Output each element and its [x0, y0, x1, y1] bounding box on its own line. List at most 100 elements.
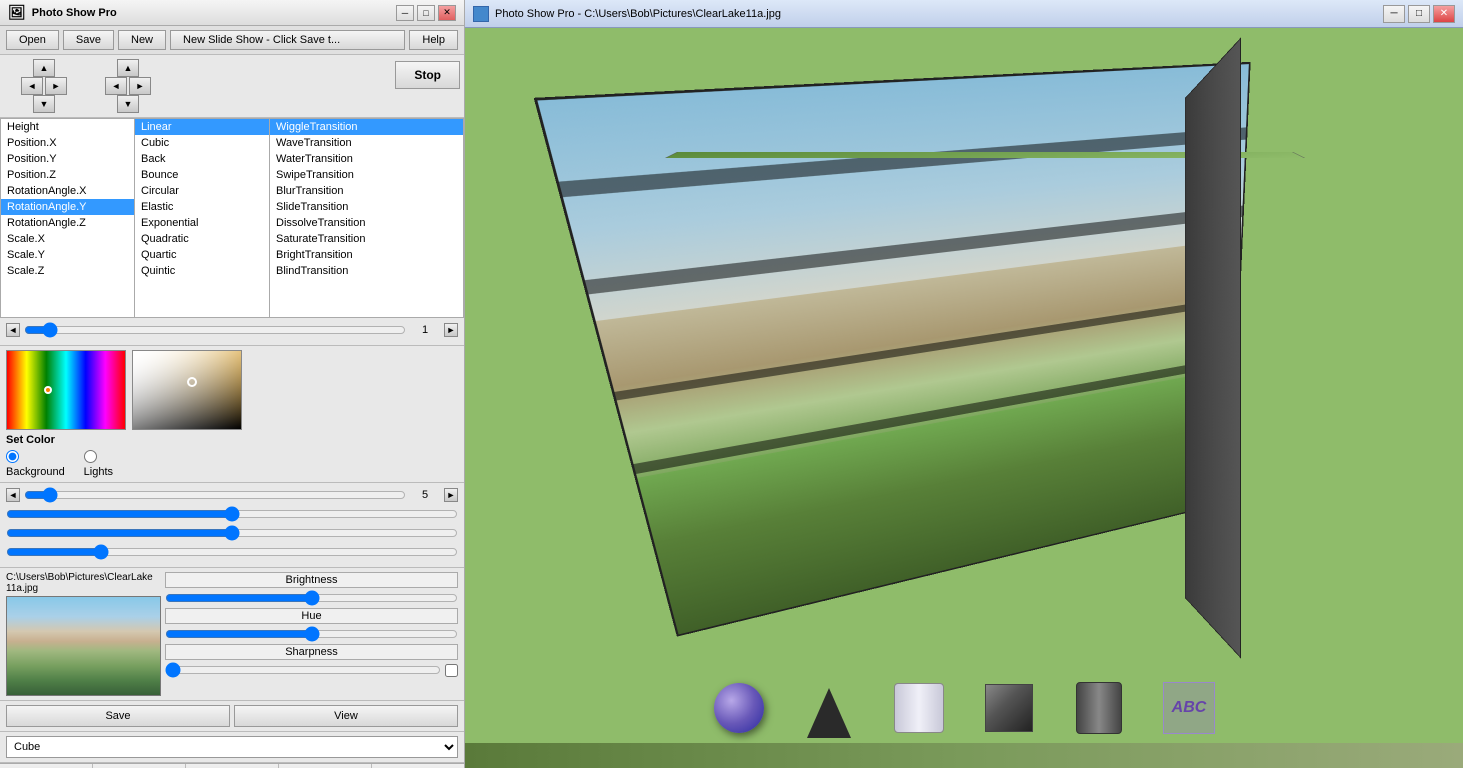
viewer-maximize-button[interactable]: □ — [1408, 5, 1430, 23]
right-arrow-button-1[interactable]: ► — [45, 77, 67, 95]
property-item[interactable]: RotationAngle.Z — [1, 215, 134, 231]
easing-item[interactable]: Cubic — [135, 135, 269, 151]
hue-slider[interactable] — [165, 626, 458, 642]
background-radio-label[interactable]: Background — [6, 450, 76, 478]
save-bottom-button[interactable]: Save — [6, 705, 230, 727]
thumb-cone[interactable] — [799, 678, 859, 738]
transition-item[interactable]: WaveTransition — [270, 135, 463, 151]
slider-4[interactable] — [6, 525, 458, 541]
property-item[interactable]: RotationAngle.Y — [1, 199, 134, 215]
transition-item[interactable]: BlindTransition — [270, 263, 463, 279]
close-button[interactable]: ✕ — [438, 5, 456, 21]
easing-item[interactable]: Linear — [135, 119, 269, 135]
slide-shows-nav-button[interactable]: Slide Shows — [93, 764, 186, 768]
background-radio[interactable] — [6, 450, 19, 463]
transition-item[interactable]: WiggleTransition — [270, 119, 463, 135]
viewer-close-button[interactable]: ✕ — [1433, 5, 1455, 23]
color-picker: Set Color Background Lights — [6, 350, 126, 478]
open-button[interactable]: Open — [6, 30, 59, 50]
viewer-title: Photo Show Pro - C:\Users\Bob\Pictures\C… — [495, 8, 781, 20]
property-item[interactable]: Scale.Z — [1, 263, 134, 279]
title-bar-left: 🖼 Photo Show Pro — [8, 4, 117, 21]
up-arrow-button-2[interactable]: ▲ — [117, 59, 139, 77]
lights-radio[interactable] — [84, 450, 97, 463]
transition-item[interactable]: WaterTransition — [270, 151, 463, 167]
right-arrow-button-2[interactable]: ► — [129, 77, 151, 95]
easing-item[interactable]: Back — [135, 151, 269, 167]
cube-dropdown[interactable]: Cube Sphere Cylinder — [6, 736, 458, 758]
options-nav-button[interactable]: Options — [372, 764, 464, 768]
arrow-row-top: ▲ — [33, 59, 55, 77]
stop-section: Stop — [395, 59, 460, 113]
viewer-window-controls: ─ □ ✕ — [1383, 5, 1455, 23]
property-item[interactable]: Height — [1, 119, 134, 135]
arrow-row-mid-1: ◄ ► — [21, 77, 67, 95]
property-item[interactable]: RotationAngle.X — [1, 183, 134, 199]
slider-2[interactable] — [24, 487, 406, 503]
minimize-button[interactable]: ─ — [396, 5, 414, 21]
photo-3d-container — [565, 88, 1245, 648]
transition-item[interactable]: DissolveTransition — [270, 215, 463, 231]
share-nav-button[interactable]: Share — [186, 764, 279, 768]
easing-item[interactable]: Quadratic — [135, 231, 269, 247]
view-nav-button[interactable]: View — [0, 764, 93, 768]
view-bottom-button[interactable]: View — [234, 705, 458, 727]
transition-item[interactable]: BrightTransition — [270, 247, 463, 263]
easing-item[interactable]: Circular — [135, 183, 269, 199]
slider-1[interactable] — [24, 322, 406, 338]
new-slideshow-button[interactable]: New Slide Show - Click Save t... — [170, 30, 405, 50]
property-item[interactable]: Position.Y — [1, 151, 134, 167]
property-item[interactable]: Scale.Y — [1, 247, 134, 263]
slider-5[interactable] — [6, 544, 458, 560]
property-item[interactable]: Scale.X — [1, 231, 134, 247]
new-button[interactable]: New — [118, 30, 166, 50]
thumb-sphere[interactable] — [709, 678, 769, 738]
slider-section-2: ◄ 5 ► — [0, 483, 464, 568]
slider-left-arrow-2[interactable]: ◄ — [6, 488, 20, 502]
thumb-dark-cylinder[interactable] — [1069, 678, 1129, 738]
transition-item[interactable]: SwipeTransition — [270, 167, 463, 183]
easing-item[interactable]: Quartic — [135, 247, 269, 263]
sharpness-slider[interactable] — [165, 662, 441, 678]
color-spectrum[interactable] — [6, 350, 126, 430]
left-arrow-button-2[interactable]: ◄ — [105, 77, 127, 95]
controls-area: ▲ ◄ ► ▼ ▲ ◄ — [0, 55, 464, 118]
easing-item[interactable]: Quintic — [135, 263, 269, 279]
maximize-button[interactable]: □ — [417, 5, 435, 21]
slider-row-4 — [6, 525, 458, 541]
slider-right-arrow-1[interactable]: ► — [444, 323, 458, 337]
help-button[interactable]: Help — [409, 30, 458, 50]
main-row: 🖼 Photo Show Pro ─ □ ✕ Open Save New New… — [0, 0, 1463, 768]
easing-item[interactable]: Exponential — [135, 215, 269, 231]
easing-item[interactable]: Elastic — [135, 199, 269, 215]
slider-right-arrow-2[interactable]: ► — [444, 488, 458, 502]
email-nav-button[interactable]: EMail — [279, 764, 372, 768]
save-button[interactable]: Save — [63, 30, 114, 50]
property-item[interactable]: Position.Z — [1, 167, 134, 183]
properties-list: HeightPosition.XPosition.YPosition.ZRota… — [0, 118, 135, 318]
sharpness-label: Sharpness — [165, 644, 458, 660]
stop-button[interactable]: Stop — [395, 61, 460, 89]
slider-value-2: 5 — [410, 489, 440, 501]
transition-item[interactable]: SlideTransition — [270, 199, 463, 215]
slider-left-arrow-1[interactable]: ◄ — [6, 323, 20, 337]
color-gradient[interactable] — [132, 350, 242, 430]
viewer-minimize-button[interactable]: ─ — [1383, 5, 1405, 23]
brightness-slider[interactable] — [165, 590, 458, 606]
transition-item[interactable]: SaturateTransition — [270, 231, 463, 247]
lights-radio-label[interactable]: Lights — [84, 450, 126, 478]
down-arrow-button-2[interactable]: ▼ — [117, 95, 139, 113]
thumb-cylinder[interactable] — [889, 678, 949, 738]
image-adjust-row: C:\Users\Bob\Pictures\ClearLake11a.jpg B… — [0, 568, 464, 701]
thumb-square[interactable] — [979, 678, 1039, 738]
easing-item[interactable]: Bounce — [135, 167, 269, 183]
slider-3[interactable] — [6, 506, 458, 522]
left-arrow-button-1[interactable]: ◄ — [21, 77, 43, 95]
thumb-text[interactable]: ABC — [1159, 678, 1219, 738]
down-arrow-button-1[interactable]: ▼ — [33, 95, 55, 113]
sharpness-checkbox[interactable] — [445, 664, 458, 677]
background-label: Background — [6, 466, 65, 478]
transition-item[interactable]: BlurTransition — [270, 183, 463, 199]
property-item[interactable]: Position.X — [1, 135, 134, 151]
up-arrow-button-1[interactable]: ▲ — [33, 59, 55, 77]
